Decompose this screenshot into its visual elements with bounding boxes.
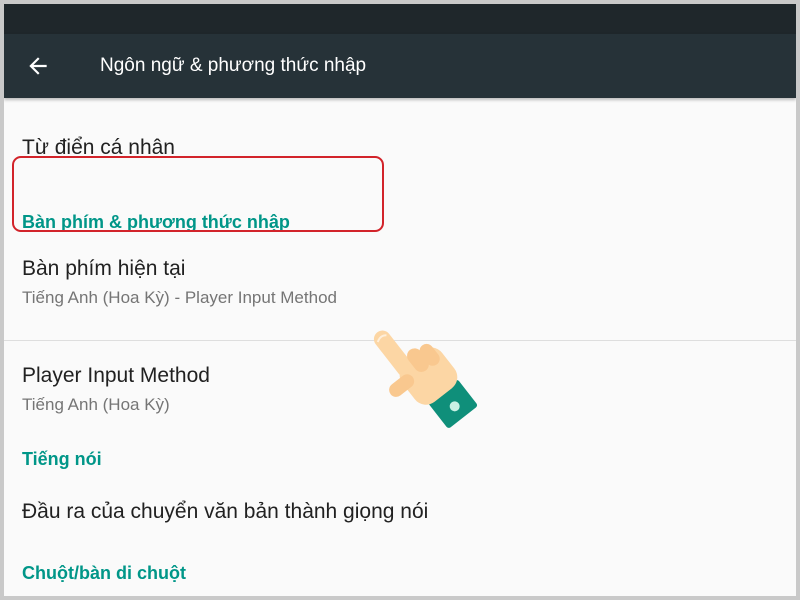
arrow-back-icon bbox=[29, 57, 47, 75]
status-bar bbox=[4, 4, 796, 34]
category-label: Tiếng nói bbox=[22, 449, 102, 469]
category-mouse-trackpad: Chuột/bàn di chuột bbox=[4, 551, 796, 591]
pref-title: Đầu ra của chuyển văn bản thành giọng nó… bbox=[22, 500, 429, 523]
app-bar: Ngôn ngữ & phương thức nhập bbox=[4, 34, 796, 98]
screen: Ngôn ngữ & phương thức nhập Từ điển cá n… bbox=[4, 4, 796, 596]
page-title: Ngôn ngữ & phương thức nhập bbox=[100, 55, 367, 76]
category-label: Chuột/bàn di chuột bbox=[22, 563, 186, 583]
pointing-hand-icon bbox=[373, 330, 478, 428]
category-speech: Tiếng nói bbox=[4, 437, 796, 487]
pref-title: Bàn phím hiện tại bbox=[22, 257, 186, 280]
pref-summary: Tiếng Anh (Hoa Kỳ) - Player Input Method bbox=[22, 288, 337, 307]
highlight-box bbox=[12, 156, 384, 232]
back-button[interactable] bbox=[16, 44, 60, 88]
pref-tts-output[interactable]: Đầu ra của chuyển văn bản thành giọng nó… bbox=[4, 487, 796, 551]
